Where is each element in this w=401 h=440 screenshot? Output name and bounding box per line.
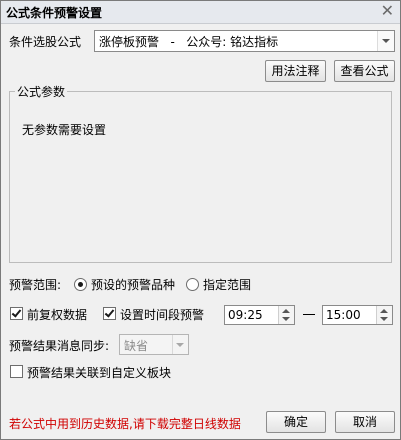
title-bar: 公式条件预警设置 ✕ <box>1 1 400 24</box>
start-time-spinner[interactable] <box>278 306 294 324</box>
time-period-checkbox[interactable] <box>103 307 116 320</box>
range-preset-radio[interactable] <box>74 278 87 291</box>
formula-params-group <box>9 91 392 263</box>
formula-label: 条件选股公式 <box>9 35 82 49</box>
time-range-dash <box>303 314 315 315</box>
range-custom-radio[interactable] <box>186 278 199 291</box>
chevron-down-icon <box>382 39 390 43</box>
sync-select[interactable]: 缺省 <box>119 334 189 355</box>
end-time-spinner[interactable] <box>376 306 392 324</box>
history-data-warning: 若公式中用到历史数据,请下载完整日线数据 <box>9 417 241 431</box>
ok-button[interactable]: 确定 <box>266 411 326 433</box>
end-time-value: 15:00 <box>326 308 361 322</box>
spin-up-icon <box>282 309 290 313</box>
checkmark-icon <box>11 307 22 318</box>
sync-select-value: 缺省 <box>124 339 149 353</box>
formula-select-value: 涨停板预警 - 公众号: 铭达指标 <box>99 35 279 49</box>
link-block-checkbox[interactable] <box>10 365 23 378</box>
sync-label: 预警结果消息同步: <box>9 339 110 353</box>
formula-select-arrow[interactable] <box>377 31 394 51</box>
spin-up-icon <box>380 309 388 313</box>
window-title: 公式条件预警设置 <box>6 6 103 20</box>
formula-alert-dialog: 公式条件预警设置 ✕ 条件选股公式 涨停板预警 - 公众号: 铭达指标 用法注释… <box>0 0 401 440</box>
chevron-down-icon <box>176 343 184 347</box>
adjust-data-label[interactable]: 前复权数据 <box>27 306 87 323</box>
formula-params-title: 公式参数 <box>15 83 68 100</box>
checkmark-icon <box>104 307 115 318</box>
range-custom-label[interactable]: 指定范围 <box>203 276 251 293</box>
sync-select-arrow <box>172 335 188 354</box>
adjust-data-checkbox[interactable] <box>10 307 23 320</box>
link-block-label[interactable]: 预警结果关联到自定义板块 <box>27 364 171 381</box>
formula-select[interactable]: 涨停板预警 - 公众号: 铭达指标 <box>94 30 395 52</box>
range-label: 预警范围: <box>9 278 62 292</box>
range-preset-label[interactable]: 预设的预警品种 <box>91 276 175 293</box>
no-params-message: 无参数需要设置 <box>22 123 107 137</box>
end-time-input[interactable]: 15:00 <box>322 305 393 325</box>
close-icon[interactable]: ✕ <box>381 2 394 20</box>
spin-down-icon <box>380 317 388 321</box>
radio-selected-dot <box>78 282 83 287</box>
view-formula-button[interactable]: 查看公式 <box>334 60 395 82</box>
time-period-label[interactable]: 设置时间段预警 <box>120 306 204 323</box>
cancel-button[interactable]: 取消 <box>335 411 395 433</box>
spin-down-icon <box>282 317 290 321</box>
usage-notes-button[interactable]: 用法注释 <box>265 60 326 82</box>
start-time-input[interactable]: 09:25 <box>224 305 295 325</box>
start-time-value: 09:25 <box>228 308 263 322</box>
